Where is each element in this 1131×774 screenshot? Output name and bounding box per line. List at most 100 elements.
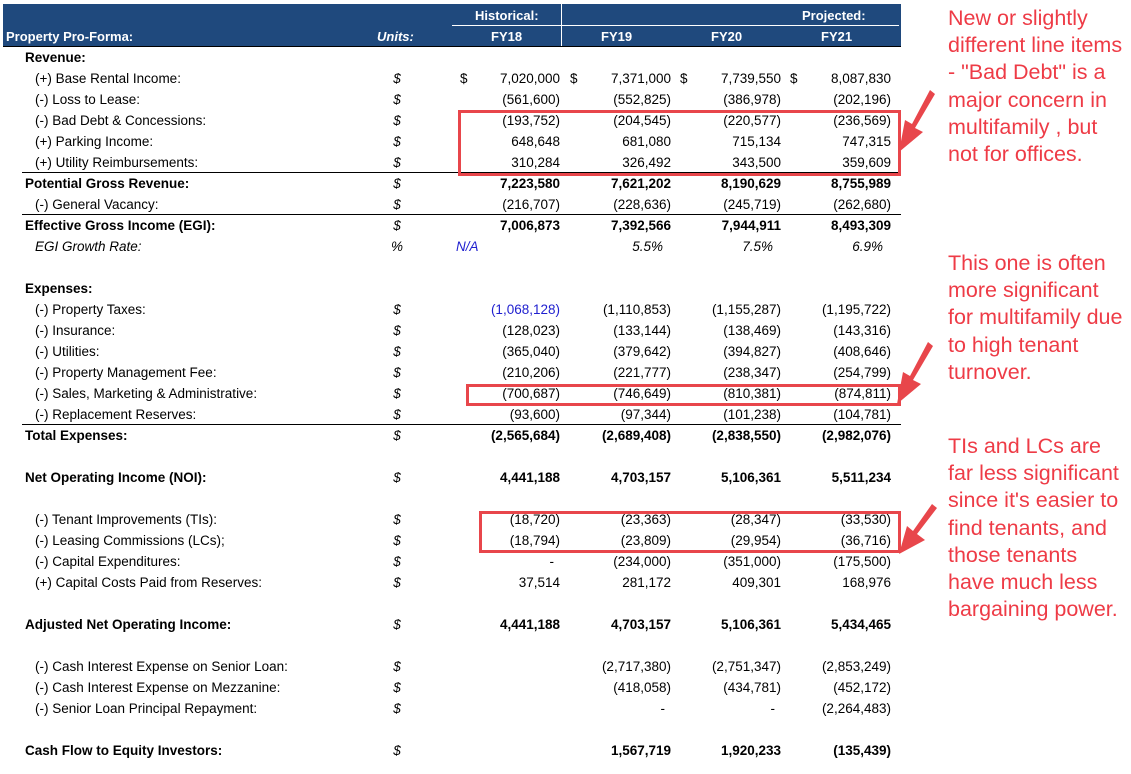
cell-fy20: (138,469) <box>723 323 781 338</box>
row-label: (-) Property Taxes: <box>35 302 146 317</box>
table-row-net-operating-income-noi: Net Operating Income (NOI): $4,441,188 4,7… <box>0 467 900 488</box>
cell-fy19: - <box>660 701 666 716</box>
row-unit: $ <box>393 680 401 695</box>
highlight-sales-marketing <box>466 384 901 406</box>
cell-fy18: 7,223,580 <box>499 176 560 191</box>
row-unit: $ <box>393 512 401 527</box>
row-label: Effective Gross Income (EGI): <box>25 218 216 233</box>
cell-fy19: (379,642) <box>613 344 671 359</box>
cell-fy18: N/A <box>456 239 479 254</box>
row-label: (-) Tenant Improvements (TIs): <box>35 512 218 527</box>
units-header: Units: <box>377 29 414 44</box>
cell-fy21: 168,976 <box>842 575 891 590</box>
cell-fy19: 4,703,157 <box>610 617 671 632</box>
row-label: (+) Capital Costs Paid from Reserves: <box>35 575 262 590</box>
cell-fy21: (2,264,483) <box>821 701 891 716</box>
cell-fy18: (93,600) <box>509 407 560 422</box>
table-row-utilities: (-) Utilities: $ (365,040) (379,642) (394,82… <box>0 341 900 362</box>
year-header-fy19: FY19 <box>601 29 633 44</box>
cell-fy18: (561,600) <box>502 92 560 107</box>
table-row-total-expenses: Total Expenses: $ (2,565,684) (2,689,408) (2… <box>0 425 900 446</box>
cell-fy20: - <box>770 701 776 716</box>
cell-fy21: (104,781) <box>833 407 891 422</box>
row-unit: $ <box>393 701 401 716</box>
cell-fy21: 8,493,309 <box>830 218 891 233</box>
row-unit: $ <box>393 533 401 548</box>
annotation-tis-lcs: TIs and LCs are far less significant sin… <box>948 434 1119 622</box>
arrow-icon <box>897 342 933 404</box>
cell-fy21: (2,853,249) <box>821 659 891 674</box>
cell-fy21: 8,755,989 <box>830 176 891 191</box>
arrow-icon <box>899 504 937 554</box>
cell-fy19: 7,621,202 <box>610 176 671 191</box>
cell-fy21: (202,196) <box>833 92 891 107</box>
row-unit: $ <box>393 218 401 233</box>
table-row-senior-loan-principal-repayment: (-) Senior Loan Principal Repayment: $ - - (… <box>0 698 900 719</box>
cell-fy21: (254,799) <box>833 365 891 380</box>
cell-fy20: (2,838,550) <box>711 428 781 443</box>
row-label: (+) Parking Income: <box>35 134 154 149</box>
cell-fy20: (101,238) <box>723 407 781 422</box>
cell-fy18: (216,707) <box>502 197 560 212</box>
cell-fy18: (365,040) <box>502 344 560 359</box>
cell-fy18: (128,023) <box>502 323 560 338</box>
cell-fy20: (238,347) <box>723 365 781 380</box>
cell-fy20: 8,190,629 <box>720 176 781 191</box>
spacer-row <box>0 488 900 509</box>
row-label: (-) Senior Loan Principal Repayment: <box>35 701 258 716</box>
table-row-base-rental-income: (+) Base Rental Income: $ $ $ $ $7,020,000 7,3… <box>0 68 900 89</box>
table-row-expenses: Expenses: <box>0 278 900 299</box>
table-row-adjusted-net-operating-income: Adjusted Net Operating Income: $4,441,188… <box>0 614 900 635</box>
row-label: (-) Cash Interest Expense on Mezzanine: <box>35 680 281 695</box>
cell-fy20: 409,301 <box>732 575 781 590</box>
spacer-row <box>0 593 900 614</box>
cell-fy18: 4,441,188 <box>499 470 560 485</box>
row-label: Total Expenses: <box>25 428 128 443</box>
highlight-revenue-items <box>458 110 901 176</box>
cell-fy21: (452,172) <box>833 680 891 695</box>
cell-fy21: (2,982,076) <box>821 428 891 443</box>
arrow-icon <box>899 90 935 152</box>
table-row-insurance: (-) Insurance: $ (128,023) (133,144) (138,46… <box>0 320 900 341</box>
cell-fy19: 281,172 <box>622 575 671 590</box>
row-label: (-) Cash Interest Expense on Senior Loan… <box>35 659 288 674</box>
table-row-loss-to-lease: (-) Loss to Lease: $ (561,600) (552,825) (38… <box>0 89 900 110</box>
table-row-property-taxes: (-) Property Taxes: $ (1,068,128) (1,110,85… <box>0 299 900 320</box>
table-row-potential-gross-revenue: Potential Gross Revenue: $7,223,580 7,621,… <box>0 173 900 194</box>
row-label: EGI Growth Rate: <box>35 239 142 254</box>
row-label: Adjusted Net Operating Income: <box>25 617 232 632</box>
cell-fy19: 7,371,000 <box>610 71 671 86</box>
cell-fy19: 4,703,157 <box>610 470 671 485</box>
cell-fy21: 5,434,465 <box>830 617 891 632</box>
cell-fy20: 1,920,233 <box>720 743 781 758</box>
cell-fy18: 7,006,873 <box>499 218 560 233</box>
header-divider-vertical <box>561 4 562 46</box>
cell-fy21: (1,195,722) <box>821 302 891 317</box>
row-label: (-) General Vacancy: <box>35 197 159 212</box>
cell-fy20: (386,978) <box>723 92 781 107</box>
row-unit: $ <box>393 323 401 338</box>
row-unit: $ <box>393 659 401 674</box>
row-unit: $ <box>393 155 401 170</box>
table-header: Historical: Projected: Property Pro-Form… <box>3 4 901 46</box>
table-row-revenue: Revenue: <box>0 47 900 68</box>
subtotal-rule <box>22 424 901 425</box>
cell-fy20: (245,719) <box>723 197 781 212</box>
table-row-general-vacancy: (-) General Vacancy: $ (216,707) (228,636) (… <box>0 194 900 215</box>
spacer-row <box>0 257 900 278</box>
row-label: (-) Sales, Marketing & Administrative: <box>35 386 258 401</box>
row-label: (-) Replacement Reserves: <box>35 407 197 422</box>
cell-fy21: 5,511,234 <box>831 470 891 485</box>
cell-fy19: (2,689,408) <box>601 428 671 443</box>
cell-fy19: (552,825) <box>613 92 671 107</box>
row-unit: $ <box>393 302 401 317</box>
cell-fy18: 37,514 <box>518 575 560 590</box>
table-row-cash-flow-to-equity-investors: Cash Flow to Equity Investors: $1,567,719… <box>0 740 900 761</box>
cell-fy20: 7.5% <box>742 239 773 254</box>
row-label: Potential Gross Revenue: <box>25 176 190 191</box>
cell-fy21: 8,087,830 <box>830 71 891 86</box>
table-row-capital-expenditures: (-) Capital Expenditures: $ - (234,000) (351… <box>0 551 900 572</box>
row-unit: $ <box>393 197 401 212</box>
year-header-fy18: FY18 <box>491 29 523 44</box>
table-row-capital-costs-paid-from-reserves: (+) Capital Costs Paid from Reserves: $37… <box>0 572 900 593</box>
